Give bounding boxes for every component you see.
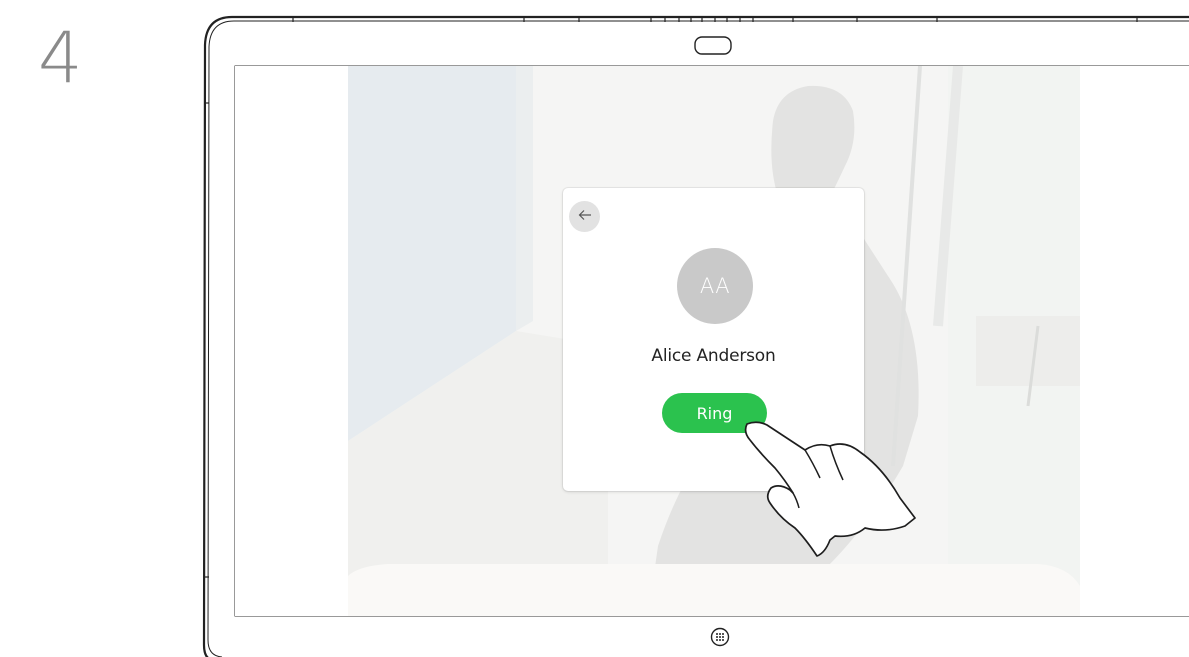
arrow-left-icon xyxy=(578,208,592,226)
camera-slot-icon xyxy=(694,36,734,56)
contact-name: Alice Anderson xyxy=(651,346,776,366)
back-button[interactable] xyxy=(569,201,600,232)
device-screen: AA Alice Anderson Ring xyxy=(235,66,1189,616)
keypad-grid-icon[interactable] xyxy=(710,627,730,647)
pointing-hand-icon xyxy=(735,418,925,573)
avatar: AA xyxy=(677,248,753,324)
avatar-initials: AA xyxy=(699,274,731,298)
ring-button-label: Ring xyxy=(696,403,733,423)
